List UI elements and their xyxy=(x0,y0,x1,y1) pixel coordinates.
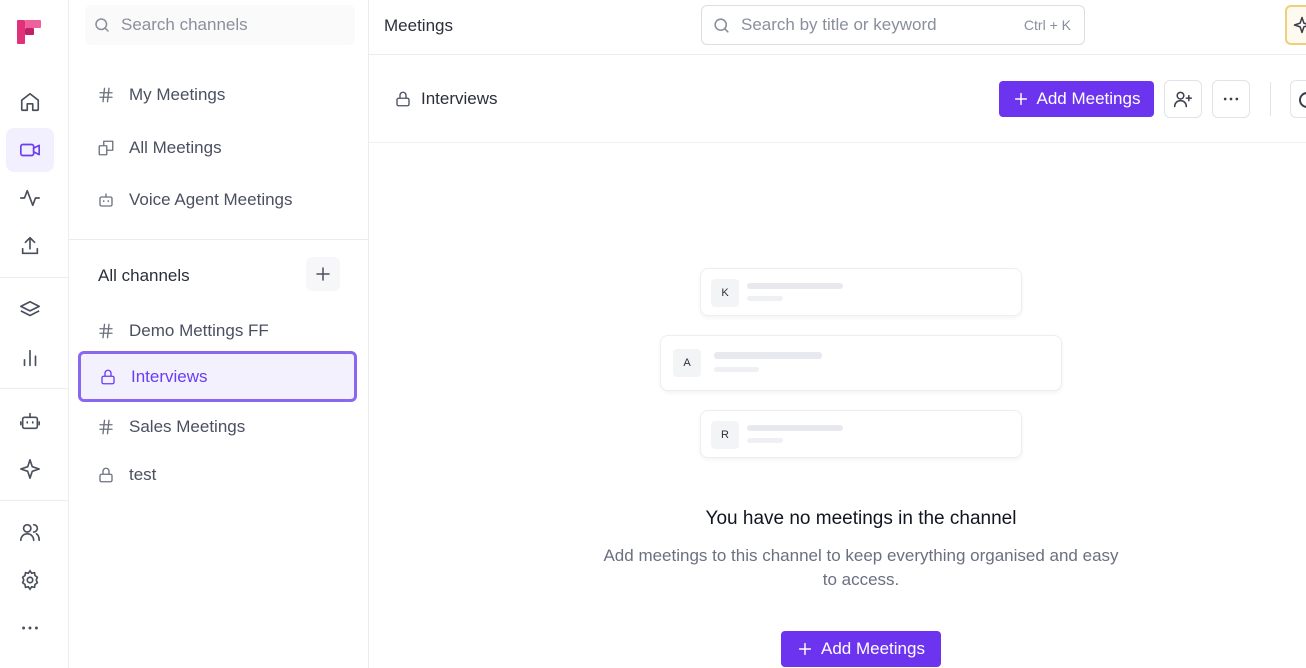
lock-icon xyxy=(99,368,117,386)
empty-add-meetings-label: Add Meetings xyxy=(821,639,925,658)
sidebar-item-label: My Meetings xyxy=(129,85,226,104)
search-icon xyxy=(1299,92,1306,108)
top-bar: Meetings Search by title or keyword Ctrl… xyxy=(369,0,1306,55)
placeholder-line xyxy=(747,438,783,443)
home-icon[interactable] xyxy=(6,80,54,124)
user-plus-icon xyxy=(1173,91,1193,108)
analytics-icon[interactable] xyxy=(6,336,54,380)
header-divider xyxy=(1270,82,1271,116)
global-search-placeholder: Search by title or keyword xyxy=(741,15,937,34)
sidebar-item-label: All Meetings xyxy=(129,138,222,157)
placeholder-line xyxy=(714,367,759,372)
global-search-input[interactable]: Search by title or keyword Ctrl + K xyxy=(701,5,1085,45)
channel-header: Interviews Add Meetings xyxy=(369,56,1306,143)
robot-icon[interactable] xyxy=(6,399,54,443)
sidebar-item-test[interactable]: test xyxy=(79,454,357,496)
search-icon xyxy=(714,17,729,33)
add-channel-button[interactable] xyxy=(306,257,340,291)
placeholder-card: A xyxy=(660,335,1062,391)
app-rail xyxy=(0,0,69,668)
lock-icon xyxy=(97,466,115,484)
channel-search-placeholder: Search channels xyxy=(121,15,248,34)
placeholder-line xyxy=(747,296,783,301)
add-meetings-button[interactable]: Add Meetings xyxy=(999,81,1154,117)
sidebar-item-sales-meetings[interactable]: Sales Meetings xyxy=(79,406,357,448)
placeholder-card: K xyxy=(700,268,1022,316)
placeholder-avatar: K xyxy=(711,279,739,307)
plus-icon xyxy=(798,642,812,656)
upload-icon[interactable] xyxy=(6,224,54,268)
search-channel-button[interactable] xyxy=(1290,80,1306,118)
placeholder-avatar: A xyxy=(673,349,701,377)
users-icon[interactable] xyxy=(6,510,54,554)
search-shortcut-hint: Ctrl + K xyxy=(1023,17,1071,33)
sidebar-item-all-meetings[interactable]: All Meetings xyxy=(79,127,357,169)
sidebar-item-my-meetings[interactable]: My Meetings xyxy=(79,74,357,116)
rail-divider xyxy=(0,277,68,278)
placeholder-card: R xyxy=(700,410,1022,458)
add-meetings-label: Add Meetings xyxy=(1036,89,1141,108)
hash-icon xyxy=(97,86,115,104)
lock-icon xyxy=(396,91,410,107)
channel-search-input[interactable]: Search channels xyxy=(85,5,355,45)
placeholder-avatar: R xyxy=(711,421,739,449)
sidebar-item-label: Voice Agent Meetings xyxy=(129,190,293,209)
placeholder-line xyxy=(747,425,843,431)
hash-icon xyxy=(97,322,115,340)
robot-icon xyxy=(97,191,115,209)
sidebar-item-label: Sales Meetings xyxy=(129,417,246,436)
video-meetings-icon[interactable] xyxy=(6,128,54,172)
placeholder-line xyxy=(747,283,843,289)
sidebar-item-label: Demo Mettings FF xyxy=(129,321,269,340)
sidebar-item-interviews[interactable]: Interviews xyxy=(78,351,357,402)
channel-sidebar: Search channels My Meetings All Meetings… xyxy=(69,0,369,668)
plus-icon xyxy=(1014,92,1027,106)
empty-state-description: Add meetings to this channel to keep eve… xyxy=(603,546,1119,589)
channel-title: Interviews xyxy=(394,89,498,109)
rail-divider xyxy=(0,500,68,501)
sidebar-item-label: test xyxy=(129,465,157,484)
hash-icon xyxy=(97,418,115,436)
sparkle-icon[interactable] xyxy=(6,447,54,491)
more-options-button[interactable] xyxy=(1212,80,1250,118)
activity-icon[interactable] xyxy=(6,176,54,220)
more-horizontal-icon xyxy=(1223,97,1239,101)
ai-assistant-button[interactable] xyxy=(1285,5,1306,45)
copy-icon xyxy=(97,139,115,157)
search-icon xyxy=(95,18,109,32)
empty-add-meetings-button[interactable]: Add Meetings xyxy=(781,631,941,667)
plus-icon xyxy=(316,267,330,281)
sidebar-item-voice-agent-meetings[interactable]: Voice Agent Meetings xyxy=(79,179,357,221)
more-icon[interactable] xyxy=(6,606,54,650)
settings-gear-icon[interactable] xyxy=(6,558,54,602)
add-member-button[interactable] xyxy=(1164,80,1202,118)
page-title: Meetings xyxy=(384,16,453,35)
placeholder-line xyxy=(714,352,822,359)
sidebar-divider xyxy=(69,239,368,240)
sidebar-item-demo-mettings-ff[interactable]: Demo Mettings FF xyxy=(79,310,357,352)
channel-name-label: Interviews xyxy=(421,89,498,108)
app-logo-icon[interactable] xyxy=(14,17,44,47)
layers-icon[interactable] xyxy=(6,288,54,332)
sparkle-icon xyxy=(1293,16,1306,34)
empty-state-title: You have no meetings in the channel xyxy=(705,508,1017,529)
sidebar-item-label: Interviews xyxy=(131,366,208,386)
rail-divider xyxy=(0,388,68,389)
channels-section-title: All channels xyxy=(98,266,190,285)
